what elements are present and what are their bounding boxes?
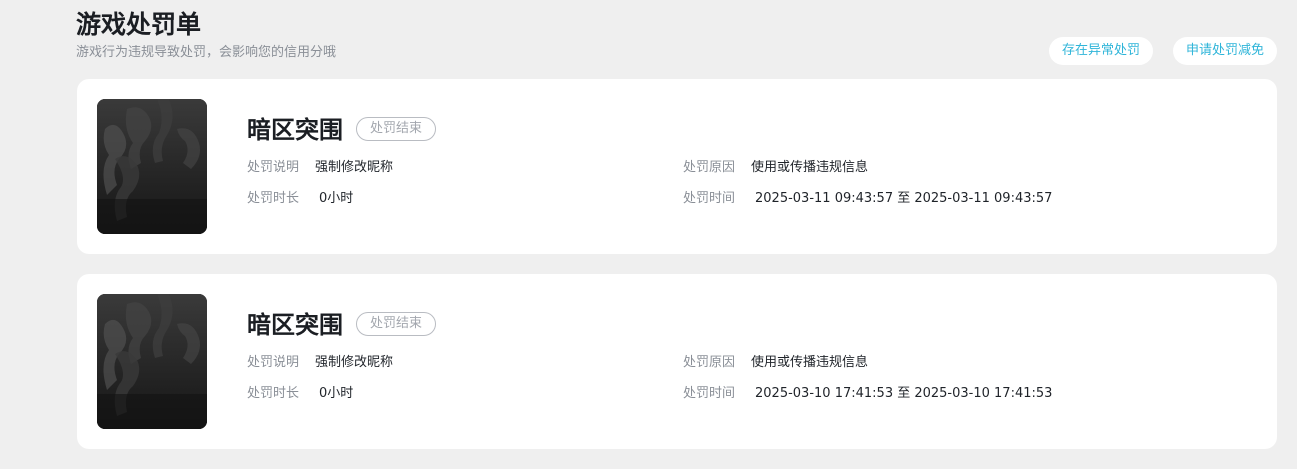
punishment-card[interactable]: 暗区突围 处罚结束 处罚说明 强制修改昵称 处罚原因 使用或传播违规信息 处罚时长 0… [77,79,1277,254]
punishment-list: 暗区突围 处罚结束 处罚说明 强制修改昵称 处罚原因 使用或传播违规信息 处罚时长 0… [77,79,1277,469]
punishment-duration: 处罚时长 0小时 [247,190,353,208]
reason-label: 处罚原因 [683,355,736,370]
punishment-reason: 处罚原因 使用或传播违规信息 [683,354,868,372]
description-value: 强制修改昵称 [315,160,394,175]
duration-label: 处罚时长 [247,386,300,401]
punishment-time: 处罚时间 2025-03-11 09:43:57 至 2025-03-11 09:… [683,190,1052,208]
duration-value: 0小时 [319,191,354,206]
reason-label: 处罚原因 [683,160,736,175]
punishment-card[interactable]: 暗区突围 处罚结束 处罚说明 强制修改昵称 处罚原因 使用或传播违规信息 处罚时长 0… [77,274,1277,449]
abnormal-punishment-button[interactable]: 存在异常处罚 [1048,37,1153,65]
punishment-description: 处罚说明 强制修改昵称 [247,354,393,372]
punishment-description: 处罚说明 强制修改昵称 [247,159,393,177]
description-value: 强制修改昵称 [315,355,394,370]
time-label: 处罚时间 [683,191,736,206]
reason-value: 使用或传播违规信息 [751,160,869,175]
page-subtitle: 游戏行为违规导致处罚，会影响您的信用分哦 [76,45,337,60]
duration-value: 0小时 [319,386,354,401]
apply-reduction-button[interactable]: 申请处罚减免 [1172,37,1277,65]
status-badge: 处罚结束 [356,117,437,141]
status-badge: 处罚结束 [356,312,437,336]
header-actions: 存在异常处罚 申请处罚减免 [1048,37,1277,65]
time-value: 2025-03-10 17:41:53 至 2025-03-10 17:41:5… [755,386,1053,401]
game-title: 暗区突围 [247,311,343,339]
description-label: 处罚说明 [247,355,300,370]
game-title: 暗区突围 [247,116,343,144]
punishment-duration: 处罚时长 0小时 [247,385,353,403]
page-title: 游戏处罚单 [76,10,202,39]
duration-label: 处罚时长 [247,191,300,206]
game-cover-image [97,294,207,429]
punishment-time: 处罚时间 2025-03-10 17:41:53 至 2025-03-10 17:… [683,385,1052,403]
description-label: 处罚说明 [247,160,300,175]
game-cover-image [97,99,207,234]
reason-value: 使用或传播违规信息 [751,355,869,370]
time-label: 处罚时间 [683,386,736,401]
punishment-reason: 处罚原因 使用或传播违规信息 [683,159,868,177]
page-header: 游戏处罚单 游戏行为违规导致处罚，会影响您的信用分哦 [76,8,336,62]
time-value: 2025-03-11 09:43:57 至 2025-03-11 09:43:5… [755,191,1053,206]
